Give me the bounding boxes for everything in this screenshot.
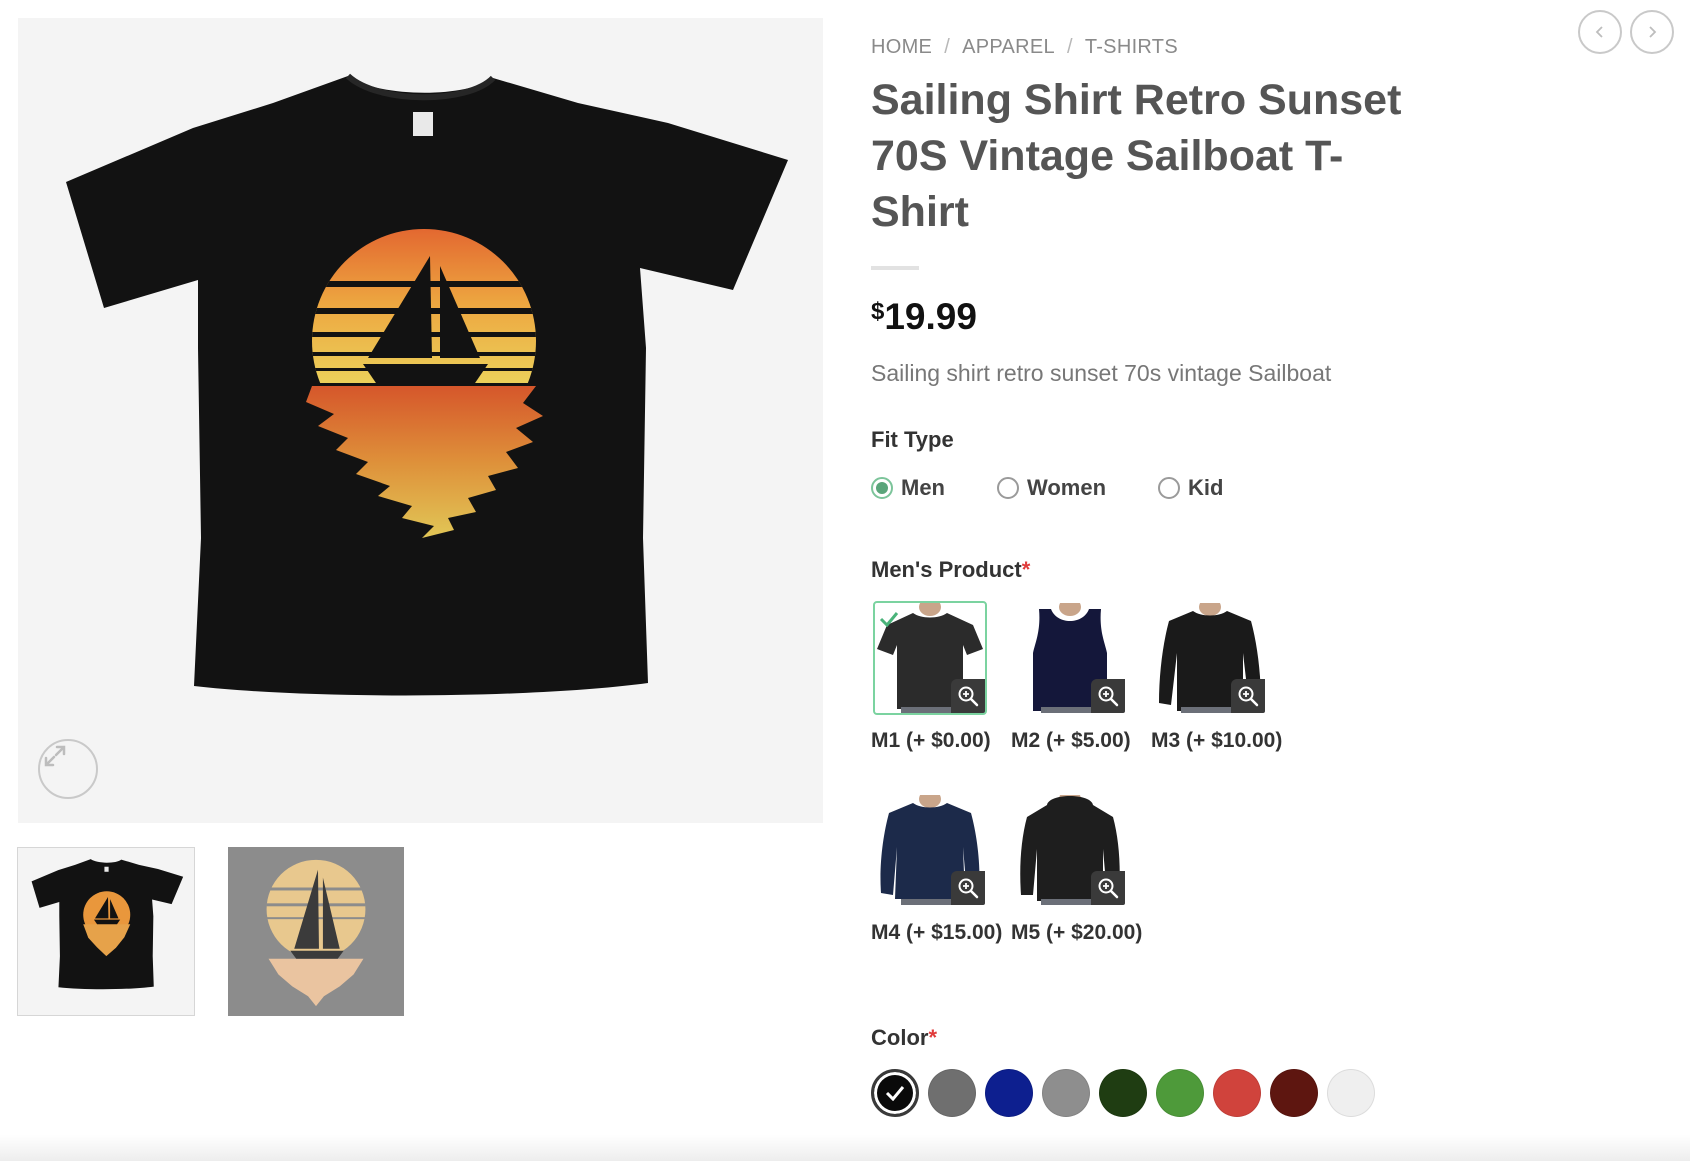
color-swatch-8[interactable] bbox=[1270, 1069, 1318, 1117]
thumbnail-strip bbox=[17, 847, 404, 1016]
product-option-m2[interactable]: M2 (+ $5.00) bbox=[1011, 601, 1151, 753]
product-option-image[interactable] bbox=[1013, 601, 1127, 715]
fit-type-kid-radio[interactable]: Kid bbox=[1158, 475, 1224, 501]
color-swatches bbox=[871, 1069, 1671, 1117]
product-price: $ 19.99 bbox=[871, 296, 1671, 338]
product-option-label: M4 (+ $15.00) bbox=[871, 921, 1003, 944]
zoom-button[interactable] bbox=[1091, 679, 1125, 713]
product-option-label: M2 (+ $5.00) bbox=[1011, 729, 1131, 752]
radio-label: Women bbox=[1027, 475, 1107, 500]
radio-button-icon[interactable] bbox=[1158, 477, 1181, 499]
zoom-button[interactable] bbox=[1231, 679, 1265, 713]
radio-button-icon[interactable] bbox=[997, 477, 1019, 499]
title-divider bbox=[871, 266, 919, 270]
currency-symbol: $ bbox=[871, 298, 885, 325]
breadcrumb-apparel[interactable]: APPAREL bbox=[962, 36, 1055, 59]
product-option-image[interactable] bbox=[873, 601, 987, 715]
mens-product-label-text: Men's Product bbox=[871, 557, 1022, 582]
expand-icon bbox=[44, 745, 66, 767]
breadcrumb-separator: / bbox=[944, 35, 951, 58]
short-description: Sailing shirt retro sunset 70s vintage S… bbox=[871, 360, 1332, 386]
product-option-m3[interactable]: M3 (+ $10.00) bbox=[1151, 601, 1291, 753]
radio-label: Kid bbox=[1188, 475, 1224, 500]
zoom-in-icon bbox=[1098, 686, 1119, 707]
expand-image-button[interactable] bbox=[38, 739, 98, 799]
color-swatch-4[interactable] bbox=[1042, 1069, 1090, 1117]
zoom-button[interactable] bbox=[951, 871, 985, 905]
product-option-image[interactable] bbox=[1153, 601, 1267, 715]
breadcrumb-separator: / bbox=[1066, 35, 1073, 58]
product-title: Sailing Shirt Retro Sunset 70S Vintage S… bbox=[871, 76, 1402, 236]
required-mark: * bbox=[1021, 557, 1031, 582]
product-option-m1[interactable]: M1 (+ $0.00) bbox=[871, 601, 1011, 753]
color-swatch-1[interactable] bbox=[871, 1069, 919, 1117]
mens-product-options: M1 (+ $0.00) M2 (+ $5.00) M3 (+ $10.00) M4 … bbox=[871, 601, 1331, 945]
product-summary: HOME / APPAREL / T-SHIRTS Sailing Shirt … bbox=[871, 30, 1671, 1117]
zoom-button[interactable] bbox=[1091, 871, 1125, 905]
tshirt-sunset-illustration bbox=[66, 73, 788, 696]
product-option-m5[interactable]: M5 (+ $20.00) bbox=[1011, 793, 1151, 945]
required-mark: * bbox=[928, 1025, 938, 1050]
thumbnail-2[interactable] bbox=[228, 847, 404, 1016]
color-swatch-5[interactable] bbox=[1099, 1069, 1147, 1117]
fit-type-options: Men Women Kid bbox=[871, 475, 1671, 501]
fit-type-men-radio[interactable]: Men bbox=[871, 475, 945, 501]
breadcrumb: HOME / APPAREL / T-SHIRTS bbox=[871, 30, 1671, 64]
fit-type-women-radio[interactable]: Women bbox=[997, 475, 1106, 501]
check-icon bbox=[879, 612, 899, 627]
color-swatch-6[interactable] bbox=[1156, 1069, 1204, 1117]
breadcrumb-home[interactable]: HOME bbox=[871, 36, 932, 59]
thumbnail-1[interactable] bbox=[17, 847, 195, 1016]
color-swatch-7[interactable] bbox=[1213, 1069, 1261, 1117]
product-option-label: M3 (+ $10.00) bbox=[1151, 729, 1283, 752]
color-label: Color* bbox=[871, 1025, 1671, 1051]
product-option-image[interactable] bbox=[873, 793, 987, 907]
color-swatch-9[interactable] bbox=[1327, 1069, 1375, 1117]
zoom-in-icon bbox=[1098, 878, 1119, 899]
zoom-in-icon bbox=[1238, 686, 1259, 707]
product-option-image[interactable] bbox=[1013, 793, 1127, 907]
check-icon bbox=[885, 1086, 905, 1101]
mens-product-label: Men's Product* bbox=[871, 557, 1671, 583]
zoom-in-icon bbox=[958, 878, 979, 899]
product-option-label: M1 (+ $0.00) bbox=[871, 729, 991, 752]
price-amount: 19.99 bbox=[884, 296, 977, 337]
fit-type-label: Fit Type bbox=[871, 427, 1671, 453]
main-product-image[interactable] bbox=[18, 18, 823, 823]
radio-button-icon[interactable] bbox=[871, 477, 893, 499]
thumbnail-design-image bbox=[266, 859, 366, 1007]
bottom-fade bbox=[0, 1135, 1690, 1161]
color-label-text: Color bbox=[871, 1025, 929, 1050]
radio-label: Men bbox=[901, 475, 945, 500]
color-swatch-3[interactable] bbox=[985, 1069, 1033, 1117]
fit-type-label-text: Fit Type bbox=[871, 427, 954, 452]
color-swatch-2[interactable] bbox=[928, 1069, 976, 1117]
zoom-in-icon bbox=[958, 686, 979, 707]
product-option-label: M5 (+ $20.00) bbox=[1011, 921, 1143, 944]
product-option-m4[interactable]: M4 (+ $15.00) bbox=[871, 793, 1011, 945]
zoom-button[interactable] bbox=[951, 679, 985, 713]
breadcrumb-tshirts[interactable]: T-SHIRTS bbox=[1085, 36, 1178, 59]
thumbnail-tshirt-image bbox=[31, 859, 184, 990]
